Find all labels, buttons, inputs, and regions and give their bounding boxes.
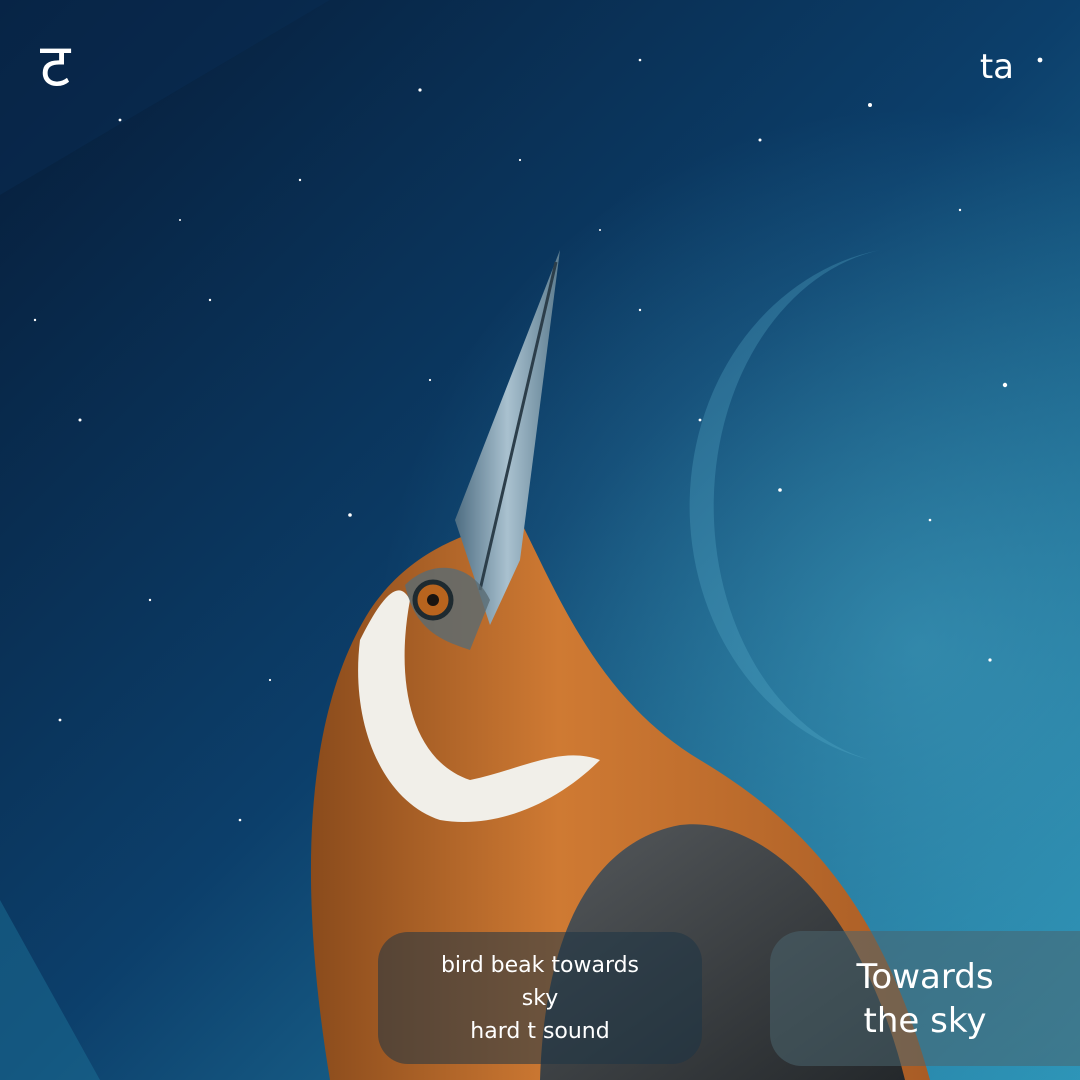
meaning-card: Towards the sky — [770, 931, 1080, 1066]
hint-line: sky — [521, 985, 559, 1011]
starry-sky-bird-illustration — [0, 0, 1080, 1080]
hint-line: bird beak towards — [440, 952, 640, 978]
transliteration-label: ta — [979, 47, 1014, 87]
devanagari-letter: ट — [40, 31, 71, 101]
meaning-line: the sky — [863, 1000, 987, 1041]
meaning-line: Towards — [856, 956, 994, 997]
hint-line: hard t sound — [470, 1018, 610, 1044]
mnemonic-hint-card: bird beak towards sky hard t sound — [378, 932, 702, 1064]
